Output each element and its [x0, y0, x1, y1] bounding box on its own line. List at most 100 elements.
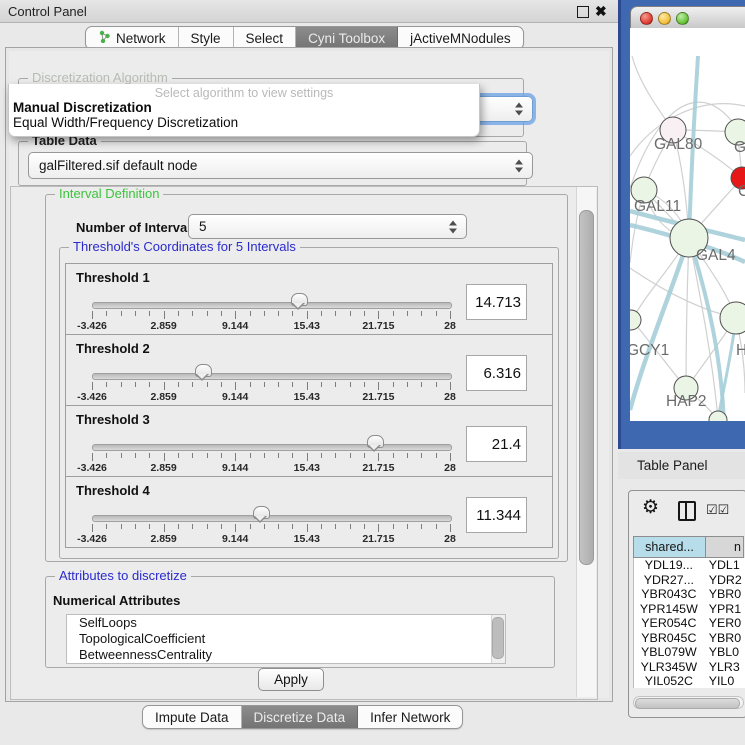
- table-cell[interactable]: YER054C: [634, 616, 704, 631]
- tab-jactivemnodules[interactable]: jActiveMNodules: [398, 27, 523, 49]
- num-intervals-combobox[interactable]: 5: [188, 214, 467, 239]
- table-cell[interactable]: YBR045C: [634, 631, 704, 646]
- tab-infer-network[interactable]: Infer Network: [358, 706, 462, 728]
- slider-groove[interactable]: [92, 302, 452, 309]
- slider-tick: [292, 524, 293, 529]
- slider-tick: [364, 311, 365, 316]
- slider-tick: [250, 311, 251, 316]
- close-traffic-light[interactable]: [640, 12, 653, 25]
- table-row[interactable]: YIL052CYIL0: [634, 674, 745, 688]
- slider-tick: [250, 453, 251, 458]
- vertical-scrollbar-thumb[interactable]: [579, 210, 594, 565]
- slider-tick: [450, 382, 451, 390]
- tab-impute-data[interactable]: Impute Data: [143, 706, 242, 728]
- attribute-item-topologicalcoefficient[interactable]: TopologicalCoefficient: [67, 631, 505, 647]
- slider-tick: [92, 524, 93, 532]
- slider-tick: [235, 311, 236, 319]
- attributes-scrollbar-track[interactable]: [491, 615, 505, 663]
- tick-label: -3.426: [77, 391, 107, 403]
- threshold-value-input[interactable]: 11.344: [466, 497, 527, 533]
- tick-label: 21.715: [362, 462, 394, 474]
- slider-tick: [378, 311, 379, 319]
- column-split-icon[interactable]: [678, 501, 696, 521]
- table-cell[interactable]: YBR043C: [634, 587, 704, 602]
- threshold-value-input[interactable]: 14.713: [466, 284, 527, 320]
- table-cell[interactable]: YLR345W: [634, 660, 704, 675]
- table-row[interactable]: YBR045CYBR0: [634, 631, 745, 646]
- tab-select[interactable]: Select: [234, 27, 297, 49]
- slider-thumb[interactable]: [367, 435, 384, 448]
- table-cell[interactable]: YBR0: [704, 587, 745, 602]
- checkbox-icons[interactable]: ☑☑: [706, 502, 729, 518]
- apply-button[interactable]: Apply: [258, 668, 324, 691]
- table-cell[interactable]: YBL079W: [634, 645, 704, 660]
- slider-groove[interactable]: [92, 515, 452, 522]
- tab-discretize-data[interactable]: Discretize Data: [242, 706, 359, 728]
- network-window-titlebar: [630, 6, 745, 30]
- algorithm-option-equal-width-frequency-discretization[interactable]: Equal Width/Frequency Discretization: [9, 115, 479, 130]
- tab-network[interactable]: Network: [86, 27, 179, 49]
- network-canvas[interactable]: GAL80GACGAL11GAL4GCY1HHAP2: [630, 28, 745, 421]
- table-cell[interactable]: YER0: [704, 616, 745, 631]
- table-cell[interactable]: YBL0: [704, 645, 745, 660]
- slider-tick: [421, 311, 422, 316]
- slider-thumb[interactable]: [253, 506, 270, 519]
- slider-tick: [164, 453, 165, 461]
- table-cell[interactable]: YIL0: [704, 674, 745, 688]
- table-row[interactable]: YER054CYER0: [634, 616, 745, 631]
- table-cell[interactable]: YPR145W: [634, 602, 704, 617]
- table-cell[interactable]: YPR1: [704, 602, 745, 617]
- close-icon[interactable]: ✖: [595, 2, 607, 20]
- attribute-item-betweennesscentrality[interactable]: BetweennessCentrality: [67, 647, 505, 663]
- table-row[interactable]: YBR043CYBR0: [634, 587, 745, 602]
- gear-icon[interactable]: ⚙: [642, 497, 659, 519]
- threshold-label: Threshold 4: [76, 483, 150, 498]
- slider-thumb[interactable]: [195, 364, 212, 377]
- table-row[interactable]: YBL079WYBL0: [634, 645, 745, 660]
- tab-style[interactable]: Style: [179, 27, 234, 49]
- threshold-value-input[interactable]: 21.4: [466, 426, 527, 462]
- threshold-panel: Threshold 2-3.4262.8599.14415.4321.71528…: [65, 334, 553, 406]
- slider-groove[interactable]: [92, 444, 452, 451]
- minimize-traffic-light[interactable]: [658, 12, 671, 25]
- tick-label: 21.715: [362, 533, 394, 545]
- table-cell[interactable]: YDL1: [704, 558, 745, 573]
- float-window-icon[interactable]: [577, 6, 589, 18]
- tab-cyni-toolbox[interactable]: Cyni Toolbox: [296, 27, 398, 49]
- table-row[interactable]: YDR27...YDR2: [634, 573, 745, 588]
- threshold-value-input[interactable]: 6.316: [466, 355, 527, 391]
- table-data-combobox[interactable]: galFiltered.sif default node: [28, 152, 533, 179]
- table-cell[interactable]: YDR2: [704, 573, 745, 588]
- table-header-row: shared...n: [633, 536, 744, 558]
- network-node[interactable]: [720, 302, 745, 334]
- table-row[interactable]: YDL19...YDL1: [634, 558, 745, 573]
- table-row[interactable]: YLR345WYLR3: [634, 660, 745, 675]
- slider-tick: [421, 453, 422, 458]
- network-node[interactable]: [630, 310, 641, 330]
- table-cell[interactable]: YIL052C: [634, 674, 704, 688]
- slider-groove[interactable]: [92, 373, 452, 380]
- table-column-header-shared[interactable]: shared...: [633, 536, 706, 558]
- numerical-attributes-list[interactable]: SelfLoopsTopologicalCoefficientBetweenne…: [66, 614, 506, 664]
- algorithm-option-manual-discretization[interactable]: Manual Discretization: [9, 100, 479, 115]
- combo-stepper-icon: [515, 103, 524, 116]
- slider-tick: [264, 524, 265, 529]
- slider-tick: [421, 382, 422, 387]
- zoom-traffic-light[interactable]: [676, 12, 689, 25]
- slider-tick: [164, 524, 165, 532]
- slider-tick: [178, 311, 179, 316]
- tab-label: jActiveMNodules: [410, 31, 511, 46]
- attribute-item-selfloops[interactable]: SelfLoops: [67, 615, 505, 631]
- attributes-scrollbar-thumb[interactable]: [492, 617, 504, 659]
- table-column-header-n[interactable]: n: [706, 536, 744, 558]
- table-cell[interactable]: YDL19...: [634, 558, 704, 573]
- horizontal-scrollbar-thumb[interactable]: [635, 698, 740, 709]
- slider-thumb[interactable]: [291, 293, 308, 306]
- slider-tick: [335, 453, 336, 458]
- table-cell[interactable]: YLR3: [704, 660, 745, 675]
- table-cell[interactable]: YBR0: [704, 631, 745, 646]
- node-label: H: [736, 342, 745, 359]
- horizontal-scrollbar-track[interactable]: [633, 696, 744, 709]
- table-cell[interactable]: YDR27...: [634, 573, 704, 588]
- table-row[interactable]: YPR145WYPR1: [634, 602, 745, 617]
